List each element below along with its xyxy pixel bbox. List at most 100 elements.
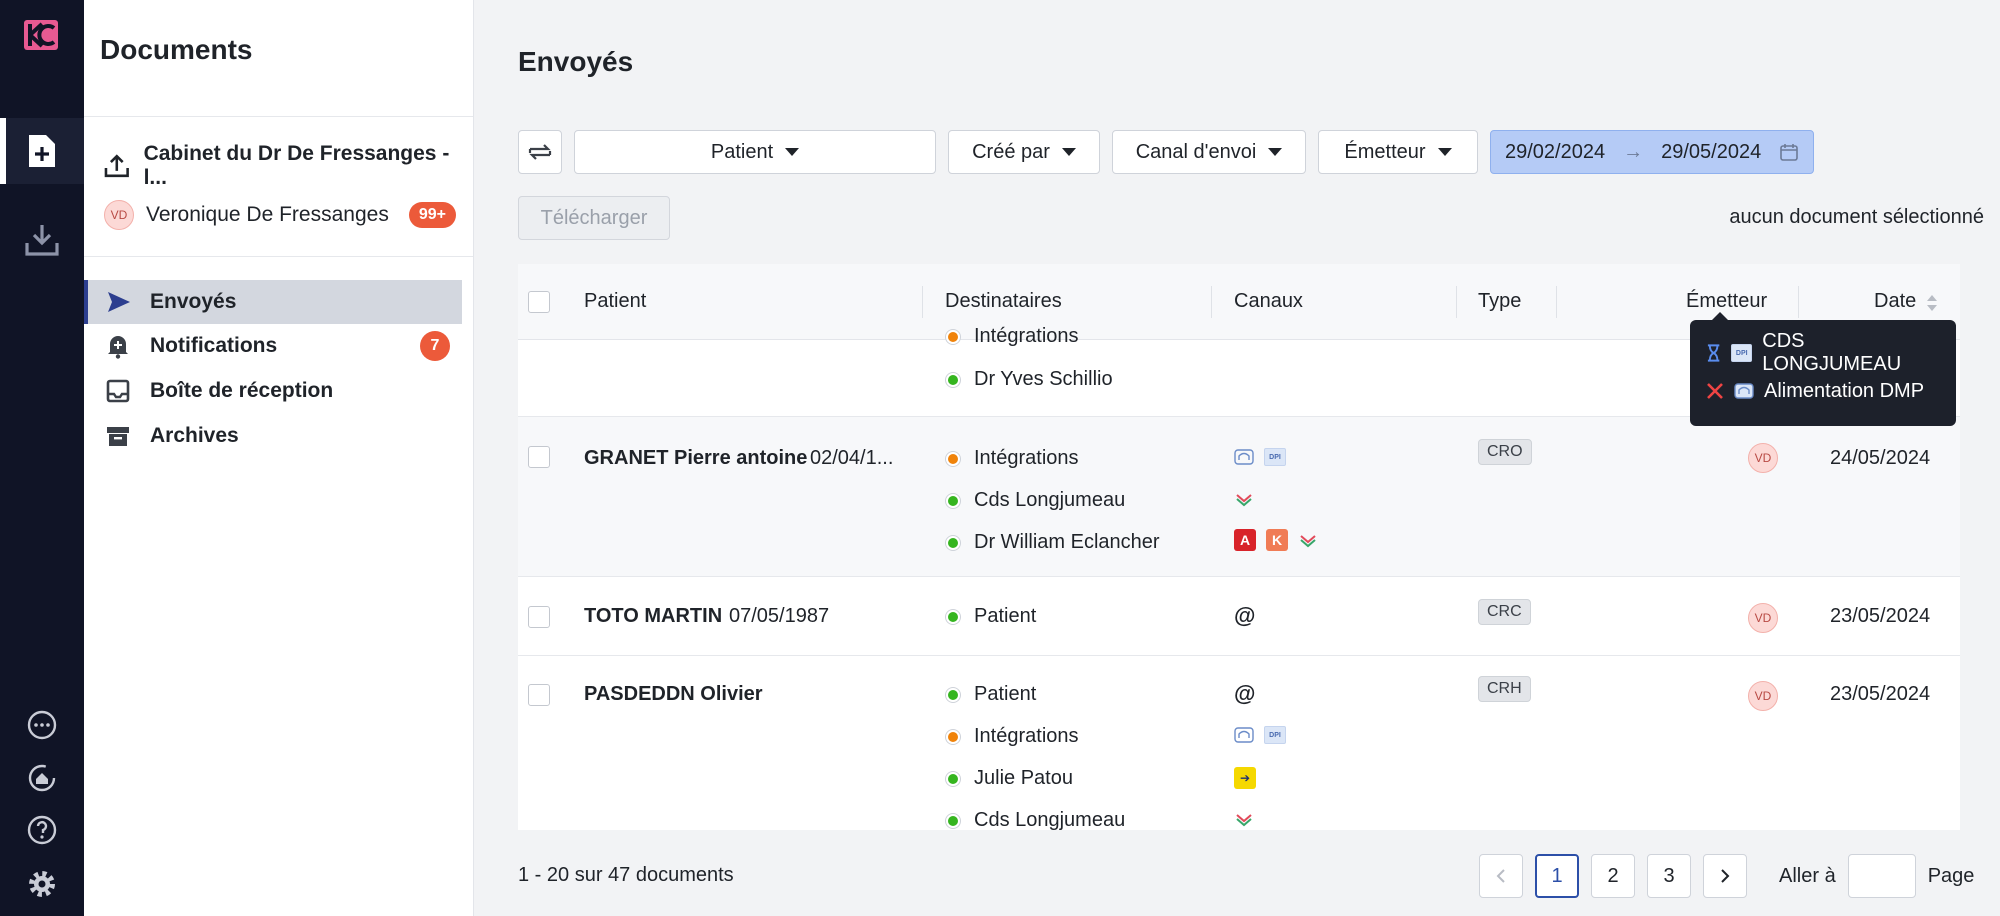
status-dot [946,813,960,828]
column-header-recipients[interactable]: Destinataires [945,290,1062,313]
recipient-name: Patient [974,605,1037,627]
patient-filter-dropdown[interactable]: Patient [574,130,936,174]
reset-filters-button[interactable] [518,130,562,174]
page-button[interactable]: 1 [1535,854,1579,898]
channels-cell: DPI [1234,447,1286,467]
mssante-mail-icon[interactable] [1298,530,1318,550]
chevron-right-icon [1721,869,1730,883]
caret-down-icon [785,148,800,156]
chevron-left-icon [1496,869,1505,883]
organization-selector[interactable]: Cabinet du Dr De Fressanges - l... [104,142,473,190]
recipient: Intégrations [946,325,1079,348]
help-icon [27,815,57,845]
dpi-icon[interactable]: DPI [1264,448,1286,466]
tooltip-text: Alimentation DMP [1764,379,1925,402]
app-logo-icon[interactable] [24,20,58,50]
swap-arrows-icon [528,144,552,160]
calendar-icon [1780,144,1799,161]
patient-dob: 07/05/1987 [729,605,830,627]
dropdown-label: Émetteur [1344,140,1426,163]
sort-icon[interactable] [1926,294,1938,312]
recipient: Dr William Eclancher [946,531,1160,554]
row-checkbox[interactable] [528,606,550,628]
patient-name: PASDEDDN Olivier [584,683,763,705]
dropdown-label: Patient [710,140,774,163]
date-range-picker[interactable]: 29/02/2024 → 29/05/2024 [1490,130,1815,174]
rail-settings-button[interactable] [0,858,84,910]
user-selector[interactable]: VD Veronique De Fressanges 99+ [104,200,456,230]
recipient-name: Intégrations [974,725,1079,747]
hourglass-icon [1707,344,1720,362]
dpi-icon[interactable]: DPI [1264,726,1286,744]
recipient-name: Dr Yves Schillio [974,368,1113,390]
date-to[interactable]: 29/05/2024 [1661,141,1761,164]
download-button[interactable]: Télécharger [518,196,670,240]
column-header-date[interactable]: Date [1874,290,1916,313]
recipient: Cds Longjumeau [946,489,1125,512]
column-header-channels[interactable]: Canaux [1234,290,1303,313]
column-header-sender[interactable]: Émetteur [1686,290,1767,313]
document-add-icon [29,135,55,167]
rail-sync-button[interactable] [0,752,84,804]
table-row[interactable]: PASDEDDN Olivier Patient Intégrations Ju… [518,656,1960,830]
mssante-mail-icon[interactable] [1234,489,1254,509]
caret-down-icon [1268,148,1283,156]
rail-download-button[interactable] [0,207,84,273]
date-from[interactable]: 29/02/2024 [1505,141,1605,164]
goto-label: Aller à [1779,864,1836,887]
page-button[interactable]: 3 [1647,854,1691,898]
sidebar-item-inbox[interactable]: Boîte de réception [86,369,462,413]
channels-cell: A K [1234,529,1318,551]
rail-documents-sent-button[interactable] [0,118,84,184]
document-date: 23/05/2024 [1830,683,1931,705]
created-by-filter-dropdown[interactable]: Créé par [948,130,1100,174]
status-dot [946,771,960,786]
sidebar-item-notifications[interactable]: Notifications 7 [86,324,462,368]
column-header-type[interactable]: Type [1478,290,1521,313]
select-all-checkbox[interactable] [528,291,550,313]
sidebar-title: Documents [100,34,253,65]
document-type-badge: CRC [1478,599,1531,625]
channels-cell [1234,809,1254,829]
status-dot [946,729,960,744]
mssante-mail-icon[interactable] [1234,809,1254,829]
goto-page-input[interactable] [1847,854,1916,898]
email-at-icon[interactable]: @ [1234,681,1255,707]
status-dot [946,451,960,466]
table-row[interactable]: TOTO MARTIN 07/05/1987 Patient @ CRC VD … [518,577,1960,656]
row-checkbox[interactable] [528,684,550,706]
recipient-name: Intégrations [974,325,1079,347]
dmp-elephant-icon[interactable] [1234,725,1254,745]
app-logo-icon[interactable]: K [1266,529,1288,551]
next-page-button[interactable] [1703,854,1747,898]
apicrypt-icon[interactable]: A [1234,529,1256,551]
dmp-elephant-icon [1734,383,1754,399]
previous-page-button[interactable] [1479,854,1523,898]
sender-filter-dropdown[interactable]: Émetteur [1318,130,1478,174]
rail-help-button[interactable] [0,804,84,856]
page-button[interactable]: 2 [1591,854,1635,898]
sidebar-item-archives[interactable]: Archives [86,414,462,458]
sidebar-item-sent[interactable]: Envoyés [84,280,462,324]
email-at-icon[interactable]: @ [1234,603,1255,629]
channel-filter-dropdown[interactable]: Canal d'envoi [1112,130,1306,174]
recipient: Cds Longjumeau [946,809,1125,830]
channels-cell: DPI [1234,725,1286,745]
row-checkbox[interactable] [528,446,550,468]
column-header-patient[interactable]: Patient [584,290,646,313]
la-poste-icon[interactable]: ➔ [1234,767,1256,789]
unread-badge: 99+ [408,202,456,228]
rail-chat-button[interactable] [0,700,84,752]
status-dot [946,535,960,550]
caret-down-icon [1061,148,1076,156]
tooltip-line: DPI CDS LONGJUMEAU [1706,330,1940,375]
download-tray-icon [25,225,59,256]
dmp-elephant-icon[interactable] [1234,447,1254,467]
status-dot [946,687,960,702]
recipient-name: Julie Patou [974,767,1073,789]
table-row[interactable]: GRANET Pierre antoine 02/04/1... Intégra… [518,417,1960,577]
main-content: Envoyés Patient Créé par Canal d'envoi É… [474,0,2000,916]
chat-bubble-icon [27,710,57,740]
close-icon [1707,383,1723,399]
recipient-name: Cds Longjumeau [974,809,1126,830]
